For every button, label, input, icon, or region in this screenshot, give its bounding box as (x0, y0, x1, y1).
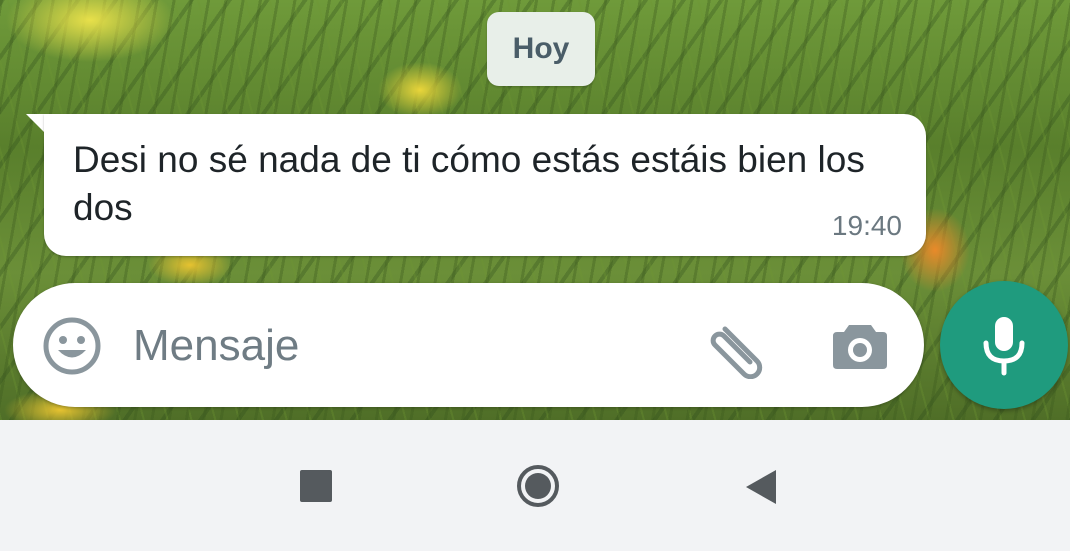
chat-background: Hoy Desi no sé nada de ti cómo estás est… (0, 0, 1070, 420)
message-input[interactable] (133, 311, 673, 381)
back-triangle-icon[interactable] (744, 468, 778, 506)
recents-square-icon[interactable] (300, 470, 332, 502)
emoji-icon[interactable] (43, 317, 101, 375)
voice-message-button[interactable] (940, 281, 1068, 409)
message-text: Desi no sé nada de ti cómo estás estáis … (73, 139, 865, 228)
paperclip-icon[interactable] (707, 317, 769, 379)
message-composer (13, 283, 924, 407)
message-bubble-tail (26, 114, 46, 134)
date-separator: Hoy (487, 12, 595, 86)
message-timestamp: 19:40 (831, 210, 902, 241)
microphone-icon (983, 317, 1025, 376)
incoming-message-bubble[interactable]: Desi no sé nada de ti cómo estás estáis … (44, 114, 926, 256)
home-circle-icon[interactable] (516, 464, 560, 508)
camera-icon[interactable] (831, 319, 889, 371)
